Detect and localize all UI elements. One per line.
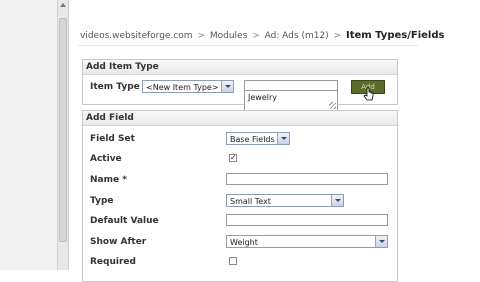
breadcrumb-current: Item Types/Fields bbox=[345, 30, 445, 41]
left-panel bbox=[0, 0, 57, 270]
item-type-label: Item Type bbox=[90, 82, 140, 92]
field-set-select-value: Base Fields bbox=[230, 135, 275, 144]
autocomplete-dropdown[interactable]: Jewelry bbox=[244, 90, 338, 111]
chevron-down-icon[interactable] bbox=[375, 236, 387, 247]
add-field-panel: Add Field Field Set Base Fields Active ✓… bbox=[82, 110, 398, 282]
type-select[interactable]: Small Text bbox=[226, 194, 344, 207]
item-type-select[interactable]: <New Item Type> bbox=[142, 80, 234, 93]
chevron-down-icon[interactable] bbox=[277, 133, 289, 144]
breadcrumb-item-modules[interactable]: Modules bbox=[210, 31, 247, 41]
breadcrumb-separator: > bbox=[197, 31, 205, 41]
scroll-up-arrow-icon[interactable] bbox=[60, 3, 66, 7]
show-after-select[interactable]: Weight bbox=[226, 235, 388, 248]
resize-grip-icon[interactable] bbox=[329, 102, 336, 109]
item-type-select-value: <New Item Type> bbox=[146, 83, 219, 92]
field-set-select[interactable]: Base Fields bbox=[226, 132, 290, 145]
vertical-scrollbar[interactable] bbox=[57, 0, 69, 270]
required-checkbox[interactable] bbox=[229, 257, 237, 265]
name-input[interactable] bbox=[226, 173, 388, 185]
chevron-down-icon[interactable] bbox=[221, 81, 233, 92]
type-select-value: Small Text bbox=[230, 197, 271, 206]
field-set-label: Field Set bbox=[90, 134, 135, 144]
add-item-type-panel: Add Item Type Item Type <New Item Type> … bbox=[82, 59, 398, 105]
add-item-type-title: Add Item Type bbox=[83, 60, 397, 75]
required-label: Required bbox=[90, 257, 136, 267]
main-content: videos.websiteforge.com > Modules > Ad: … bbox=[70, 0, 480, 282]
breadcrumb-item-ads[interactable]: Ad: Ads (m12) bbox=[265, 31, 329, 41]
breadcrumb-item-site[interactable]: videos.websiteforge.com bbox=[80, 31, 193, 41]
active-checkbox[interactable]: ✓ bbox=[229, 154, 237, 162]
breadcrumb-separator: > bbox=[333, 31, 342, 41]
show-after-label: Show After bbox=[90, 237, 147, 247]
header-divider bbox=[78, 45, 418, 46]
type-label: Type bbox=[90, 196, 114, 206]
autocomplete-option[interactable]: Jewelry bbox=[248, 93, 277, 102]
name-label: Name * bbox=[90, 175, 127, 185]
default-value-input[interactable] bbox=[226, 214, 388, 226]
active-label: Active bbox=[90, 154, 122, 164]
checkmark-icon: ✓ bbox=[230, 153, 237, 162]
breadcrumb: videos.websiteforge.com > Modules > Ad: … bbox=[80, 30, 444, 41]
default-value-label: Default Value bbox=[90, 216, 159, 226]
add-field-title: Add Field bbox=[83, 111, 397, 126]
breadcrumb-separator: > bbox=[252, 31, 260, 41]
hand-cursor-icon bbox=[363, 87, 374, 101]
scrollbar-thumb[interactable] bbox=[59, 18, 67, 242]
show-after-select-value: Weight bbox=[230, 238, 258, 247]
chevron-down-icon[interactable] bbox=[331, 195, 343, 206]
